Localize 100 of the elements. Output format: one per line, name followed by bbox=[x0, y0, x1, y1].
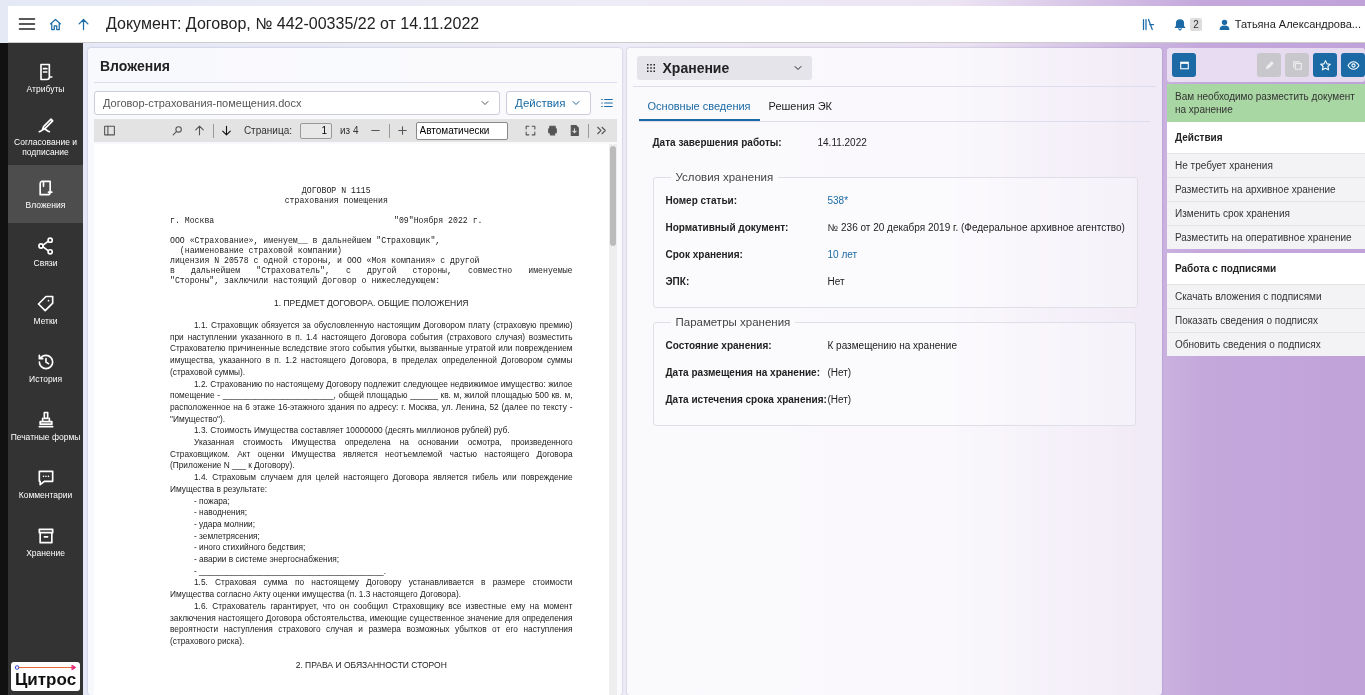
field-link[interactable]: 538* bbox=[827, 194, 1125, 207]
group-title: Параметры хранения bbox=[674, 316, 792, 328]
field-value: (Нет) bbox=[827, 366, 853, 379]
star-icon bbox=[1318, 58, 1332, 72]
document-list-item: - землетрясения; bbox=[193, 530, 261, 543]
field-value: К размещению на хранение bbox=[827, 339, 958, 352]
document-list-item: - удара молнии; bbox=[193, 518, 257, 531]
page-number-field[interactable]: 1 bbox=[300, 122, 332, 139]
sidebar-item[interactable]: Связи bbox=[8, 223, 83, 281]
field-value: 14.11.2022 bbox=[817, 136, 868, 149]
plus-icon bbox=[396, 124, 409, 137]
printer-icon bbox=[546, 124, 559, 137]
action-item[interactable]: Показать сведения о подписях bbox=[1167, 309, 1365, 333]
field-label: Срок хранения: bbox=[665, 248, 744, 261]
document-date: "09"Ноября 2022 г. bbox=[394, 216, 483, 226]
tab[interactable]: Решения ЭК bbox=[759, 93, 842, 121]
arrow-up-icon bbox=[193, 124, 207, 137]
watch-button[interactable] bbox=[1341, 53, 1365, 77]
section-title: Действия bbox=[1167, 122, 1365, 154]
sidebar-item[interactable]: Согласование и подписание bbox=[8, 107, 83, 165]
field-label: Состояние хранения: bbox=[665, 339, 773, 352]
field-label: Дата размещения на хранение: bbox=[665, 366, 821, 379]
document-heading: 1. ПРЕДМЕТ ДОГОВОРА. ОБЩИЕ ПОЛОЖЕНИЯ bbox=[273, 298, 470, 308]
document-list-item: - аварии в системе энергоснабжения; bbox=[193, 554, 341, 566]
document-heading: 2. ПРАВА И ОБЯЗАННОСТИ СТОРОН bbox=[294, 659, 448, 670]
arrow-down-icon bbox=[220, 124, 234, 137]
actions-button[interactable]: Действия bbox=[506, 91, 591, 115]
document-text: ООО «Страхование», именуем__ в дальнейшем "Страховщик", bbox=[170, 236, 442, 246]
arrow-line-icon bbox=[13, 664, 78, 672]
file-dropdown[interactable]: Договор-страхования-помещения.docx bbox=[94, 91, 501, 115]
field-value: Нет bbox=[827, 275, 846, 288]
user-menu-button[interactable]: Татьяна Александрова... bbox=[1217, 17, 1361, 31]
document-text: (наименование страховой компании) bbox=[178, 246, 343, 256]
page-label: Страница: bbox=[243, 125, 292, 136]
list-icon bbox=[599, 96, 614, 110]
action-item[interactable]: Разместить на архивное хранение bbox=[1167, 178, 1365, 202]
action-item[interactable]: Обновить сведения о подписях bbox=[1167, 333, 1365, 356]
field-label: ЭПК: bbox=[665, 275, 691, 288]
notice-banner: Вам необходимо разместить документ на хранение bbox=[1167, 84, 1365, 122]
document-title: Документ: Договор, № 442-00335/22 от 14.11.2022 bbox=[106, 15, 480, 33]
field-label: Номер статьи: bbox=[665, 194, 739, 207]
books-icon bbox=[1140, 16, 1156, 32]
sidebar-item[interactable]: Вложения bbox=[8, 165, 83, 223]
section-icon bbox=[35, 235, 56, 256]
double-chevron-icon bbox=[595, 124, 608, 137]
notification-count: 2 bbox=[1190, 17, 1202, 31]
sidebar-icon bbox=[102, 124, 116, 137]
zoom-field[interactable]: Автоматически bbox=[415, 121, 508, 140]
archive-button[interactable] bbox=[1172, 53, 1196, 77]
action-item[interactable]: Изменить срок хранения bbox=[1167, 202, 1365, 226]
action-item[interactable]: Скачать вложения с подписями bbox=[1167, 285, 1365, 309]
document-list-item: - ________________________________________. bbox=[193, 565, 387, 578]
search-icon bbox=[171, 124, 185, 137]
document-list-item: - пожара; bbox=[193, 495, 231, 508]
document-text: г. Москва bbox=[170, 216, 215, 226]
sidebar-item[interactable]: Комментарии bbox=[8, 455, 83, 513]
sidebar-item[interactable]: Хранение bbox=[8, 513, 83, 571]
document-paragraph: 1.2. Страхованию по настоящему Договору подлежит следующее недвижимое имущество: жилое помещение - ________________________, общей площадью ______ кв. м, жилой площадью 500 кв. м, расположенное на 6 этаже 16-этажного здания по адресу: г. Москва, ул. Ленина, 52 (далее по тексту - "Имущество"). bbox=[170, 378, 573, 426]
document-paragraph: 1.6. Страхователь гарантирует, что он сообщил Страховщику все известные ему на момент заключения настоящего Договора обстоятельства, имеющие существенное значение для определения вероятности наступления страхового случая и размера возможных убытков от его наступления (страхового риска). bbox=[170, 600, 573, 648]
expand-icon bbox=[524, 124, 537, 137]
document-text: ДОГОВОР N 1115 bbox=[300, 186, 372, 196]
document-paragraph: 1.4. Страховым случаем для целей настоящего Договора является гибель или повреждение Имущества в результате: bbox=[170, 472, 573, 496]
action-item[interactable]: Не требует хранения bbox=[1167, 154, 1365, 178]
group-title: Условия хранения bbox=[674, 171, 775, 183]
document-paragraph: 1.5. Страховая сумма по настоящему Договору устанавливается в размере стоимости Имущества согласно Акту оценки имущества (п. 1.3 настоящего Договора). bbox=[170, 577, 573, 601]
field-value: № 236 от 20 декабря 2019 г. (Федеральное архивное агентство) bbox=[827, 221, 1125, 234]
grid-icon bbox=[644, 62, 657, 74]
document-list-item: - наводнения; bbox=[193, 507, 249, 519]
section-icon bbox=[35, 293, 56, 314]
action-item[interactable]: Разместить на оперативное хранение bbox=[1167, 226, 1365, 249]
bell-icon bbox=[1173, 17, 1188, 31]
document-list-item: - иного стихийного бедствия; bbox=[193, 542, 307, 555]
sidebar-item[interactable]: Метки bbox=[8, 281, 83, 339]
field-label: Дата завершения работы: bbox=[652, 136, 783, 149]
field-label: Нормативный документ: bbox=[665, 221, 790, 234]
tab[interactable]: Основные сведения bbox=[638, 93, 760, 121]
copy-icon bbox=[1290, 58, 1304, 72]
scrollbar[interactable] bbox=[608, 144, 617, 695]
download-icon bbox=[568, 124, 581, 137]
logo: Цитрос bbox=[11, 662, 80, 691]
eye-icon bbox=[1346, 58, 1360, 72]
document-paragraph: 1.3. Стоимость Имущества составляет 10000000 (десять миллионов рублей) руб. bbox=[193, 425, 511, 438]
favorite-button[interactable] bbox=[1313, 53, 1337, 77]
document-text: в дальнейшем "Страхователь", с другой стороны, совместно именуемые bbox=[170, 266, 573, 276]
field-value: (Нет) bbox=[827, 393, 853, 406]
field-link[interactable]: 10 лет bbox=[827, 248, 1125, 261]
sidebar-item[interactable]: Атрибуты bbox=[8, 49, 83, 107]
field-label: Дата истечения срока хранения: bbox=[665, 393, 828, 406]
section-dropdown[interactable]: Хранение bbox=[636, 56, 812, 80]
document-paragraph: 1.1. Страховщик обязуется за обусловленную настоящим Договором плату (страховую премию) при наступлении указанного в п. 1.4 настоящего Договора события (страхового случая) возместить Страхователю причиненные вследствие этого события убытки, вызванные утратой или повреждением имущества, указанного в п. 1.2 настоящего Договора, в пределах определенной Договором суммы (страховой суммы). bbox=[170, 320, 573, 379]
person-icon bbox=[1217, 17, 1231, 31]
sidebar-item[interactable]: Печатные формы bbox=[8, 397, 83, 455]
sidebar-item[interactable]: История bbox=[8, 339, 83, 397]
document-text: "Стороны", заключили настоящий Договор о нижеследующем: bbox=[170, 276, 442, 286]
document-paragraph: Указанная стоимость Имущества определена на основании осмотра, произведенного Страховщиком. Акт оценки Имущества является неотъемлемой частью настоящего Договора (Приложение N ___ к Договору). bbox=[170, 437, 573, 473]
scrollbar-thumb[interactable] bbox=[609, 146, 616, 246]
notifications-button[interactable]: 2 bbox=[1173, 17, 1202, 31]
page-total: из 4 bbox=[340, 125, 359, 136]
home-icon bbox=[47, 16, 63, 32]
section-title: Работа с подписями bbox=[1167, 253, 1365, 285]
